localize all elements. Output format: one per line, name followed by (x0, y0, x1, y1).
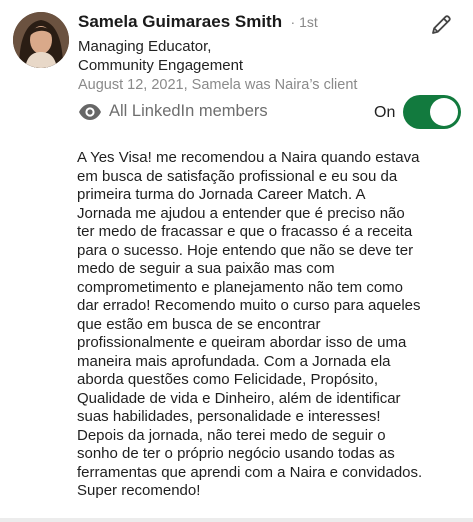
body-line: Qualidade de vida e Dinheiro, além de id… (77, 389, 401, 407)
body-line: para o sucesso. Hoje entendo que não se … (77, 241, 414, 259)
pencil-icon (432, 15, 451, 34)
divider (0, 518, 473, 522)
body-line: sonho de ter o próprio negócio usando to… (77, 445, 395, 462)
visibility-label: All LinkedIn members (109, 102, 268, 120)
body-line: Jornada me ajudou a entender que é preci… (77, 204, 405, 222)
connection-degree: · 1st (290, 14, 318, 30)
body-line: em busca de satisfação profissional e eu… (77, 167, 398, 185)
toggle-knob (430, 98, 458, 126)
author-headline: Managing Educator, Community Engagement (78, 37, 243, 75)
eye-icon (79, 103, 101, 120)
author-name[interactable]: Samela Guimaraes Smith (78, 12, 282, 31)
avatar-photo (13, 12, 69, 68)
body-line: ter medo de fracassar e que o fracasso é… (77, 223, 413, 240)
body-line: medo de seguir a sua paixão mas com (77, 260, 335, 277)
body-line: Depois da jornada, não terei medo de seg… (77, 426, 386, 444)
body-line: maneira mais aprofundada. Com a Jornada … (77, 352, 391, 370)
body-line: ferramentas que aprendi com a Naira e co… (77, 463, 423, 481)
author-row: Samela Guimaraes Smith · 1st (78, 12, 318, 32)
visibility-toggle[interactable] (403, 95, 461, 129)
headline-line-2: Community Engagement (78, 57, 244, 74)
toggle-label: On (374, 104, 396, 121)
edit-button[interactable] (428, 12, 454, 38)
recommendation-date: August 12, 2021, Samela was Naira’s clie… (78, 77, 358, 93)
body-line: primeira turma do Jornada Career Match. … (77, 186, 366, 203)
headline-line-1: Managing Educator, (78, 38, 212, 55)
visibility-setting: All LinkedIn members (78, 102, 268, 121)
body-line: suas habilidades, personalidade e intere… (77, 408, 381, 425)
body-line: Super recomendo! (77, 482, 201, 499)
body-line: dar errado! Recomendo muito o curso para… (77, 297, 421, 314)
body-line: A Yes Visa! me recomendou a Naira quando… (77, 149, 420, 166)
body-line: profissionalmente e queiram abordar isso… (77, 334, 407, 351)
recommendation-card: Samela Guimaraes Smith · 1st Managing Ed… (0, 0, 473, 522)
avatar[interactable] (13, 12, 69, 68)
body-line: aborda questões como Felicidade, Propósi… (77, 371, 379, 388)
body-line: que estão em busca de se encontrar (77, 315, 321, 333)
recommendation-text: A Yes Visa! me recomendou a Naira quando… (77, 149, 467, 501)
body-line: comprometimento e planejamento não tem c… (77, 278, 404, 296)
